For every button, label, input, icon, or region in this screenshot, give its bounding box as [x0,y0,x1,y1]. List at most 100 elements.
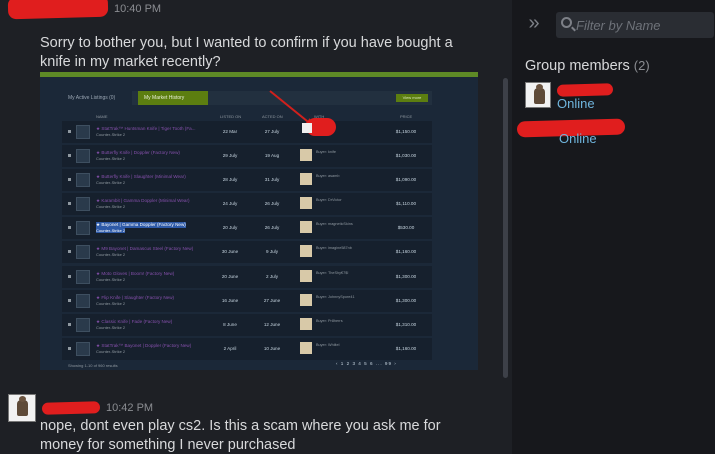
item-price: $1,110.00 [395,201,417,207]
buyer-name: Buyer: magneticSkins [316,222,353,227]
item-game: Counter-Strike 2 [96,252,126,258]
item-game: Counter-Strike 2 [96,300,126,306]
pagination: ‹ 1 2 3 4 5 6 ... 99 › [336,361,397,366]
row-marker [68,202,71,206]
item-game: Counter-Strike 2 [96,228,126,234]
listed-on: 20 June [221,273,239,279]
item-game: Counter-Strike 2 [96,276,126,282]
row-marker [68,346,71,350]
buyer-name: Buyer: asamb [316,174,340,179]
buyer-avatar [300,221,312,234]
table-header: NAME LISTED ON ACTED ON WITH PRICE [96,114,413,119]
item-thumbnail [76,341,90,356]
message-header: 10:40 PM [7,0,162,20]
listed-on: 29 July [222,153,238,159]
search-icon [561,17,572,28]
chat-scrollbar[interactable] [500,0,512,454]
listed-on: 8 June [223,321,237,327]
item-price: $1,030.00 [395,153,417,159]
item-price: $1,150.00 [395,129,417,134]
item-thumbnail [76,293,90,308]
sidebar-toolbar: » [512,0,715,48]
table-row: ★ StatTrak™ Huntsman Knife | Tiger Tooth… [62,121,432,143]
item-price: $1,300.00 [395,297,417,303]
table-row: ★ Classic Knife | Fade (Factory New) Coun… [62,313,432,336]
listed-on: 24 July [222,201,238,207]
buyer-name: Buyer: TheShy€7$! [316,270,349,275]
buyer-name: Buyer: Whiitel [316,342,340,347]
member-item[interactable]: Online [516,118,637,148]
listed-on: 16 June [221,297,239,303]
message-timestamp: 10:42 PM [106,402,154,414]
item-price: $1,160.00 [395,249,417,255]
avatar[interactable] [8,394,36,422]
view-more-button: View more [396,94,428,102]
row-marker [68,250,71,254]
acted-on: 26 July [264,225,280,231]
buyer-avatar [300,317,312,330]
buyer-avatar [300,197,312,210]
table-row: ★ Bayonet | Gamma Doppler (Factory New) C… [62,217,432,240]
table-row: ★ Flip Knife | Slaughter (Factory New) Co… [62,289,432,312]
buyer-avatar [300,341,312,354]
item-game: Counter-Strike 2 [96,348,126,354]
market-history-table: NAME LISTED ON ACTED ON WITH PRICE ★ Sta… [62,111,432,362]
listed-on: 2 April [223,345,237,351]
listed-on: 22 Mar [222,129,238,134]
buyer-avatar [300,149,312,162]
listed-on: 28 July [222,177,238,183]
acted-on: 12 June [263,321,281,327]
buyer-name: Buyer: imagine587nb [316,246,352,251]
message-text: nope, dont even play cs2. Is this a scam… [40,418,441,453]
item-thumbnail [76,245,90,260]
row-marker [68,226,71,230]
table-row: ★ M9 Bayonet | Damascus Steel (Factory N… [62,241,432,264]
message-timestamp: 10:40 PM [114,3,162,15]
row-marker [68,130,71,133]
redacted-username [7,0,109,20]
buyer-name: Buyer: JohnnySpore41 [316,294,355,299]
item-thumbnail [76,269,90,284]
item-game: Counter-Strike 2 [96,132,126,137]
buyer-avatar [300,245,312,258]
collapse-chevron-icon[interactable]: » [520,10,548,38]
buyer-avatar [302,123,312,133]
item-thumbnail [76,125,90,139]
table-row: ★ Butterfly Knife | Doppler (Factory New… [62,145,432,168]
filter-input[interactable] [576,16,710,34]
item-game: Counter-Strike 2 [96,204,126,210]
member-count: (2) [633,58,650,73]
buyer-avatar [300,269,312,282]
buyer-avatar [300,293,312,306]
acted-on: 9 July [265,249,278,255]
item-price: $1,310.00 [395,321,417,327]
group-members-title: Group members (2) [525,58,650,74]
results-footer: Showing 1-10 of 960 results [68,363,118,368]
attached-image[interactable]: My Active Listings (0) My Market History… [40,72,478,370]
item-price: $530.00 [397,225,415,231]
item-price: $1,090.00 [395,177,417,183]
chat-pane: 10:40 PM Sorry to bother you, but I want… [0,0,512,454]
acted-on: 27 June [263,297,281,303]
buyer-avatar [300,173,312,186]
row-marker [68,154,71,158]
acted-on: 2 July [265,273,278,279]
scroll-thumb[interactable] [503,78,508,378]
tab-market-history: My Market History [138,91,208,105]
avatar [525,82,551,108]
buyer-name: Buyer: knife [316,150,337,155]
table-row: ★ Karambit | Gamma Doppler (Minimal Wear… [62,193,432,216]
acted-on: 10 June [263,345,281,351]
redacted-username [41,401,101,415]
row-marker [68,274,71,278]
item-price: $1,300.00 [395,273,417,279]
member-item[interactable]: Online [525,82,614,111]
item-game: Counter-Strike 2 [96,156,126,162]
item-game: Counter-Strike 2 [96,180,126,186]
filter-box[interactable] [556,12,714,38]
item-game: Counter-Strike 2 [96,324,126,330]
row-marker [68,298,71,302]
row-marker [68,178,71,182]
item-thumbnail [76,197,90,212]
row-marker [68,322,71,326]
